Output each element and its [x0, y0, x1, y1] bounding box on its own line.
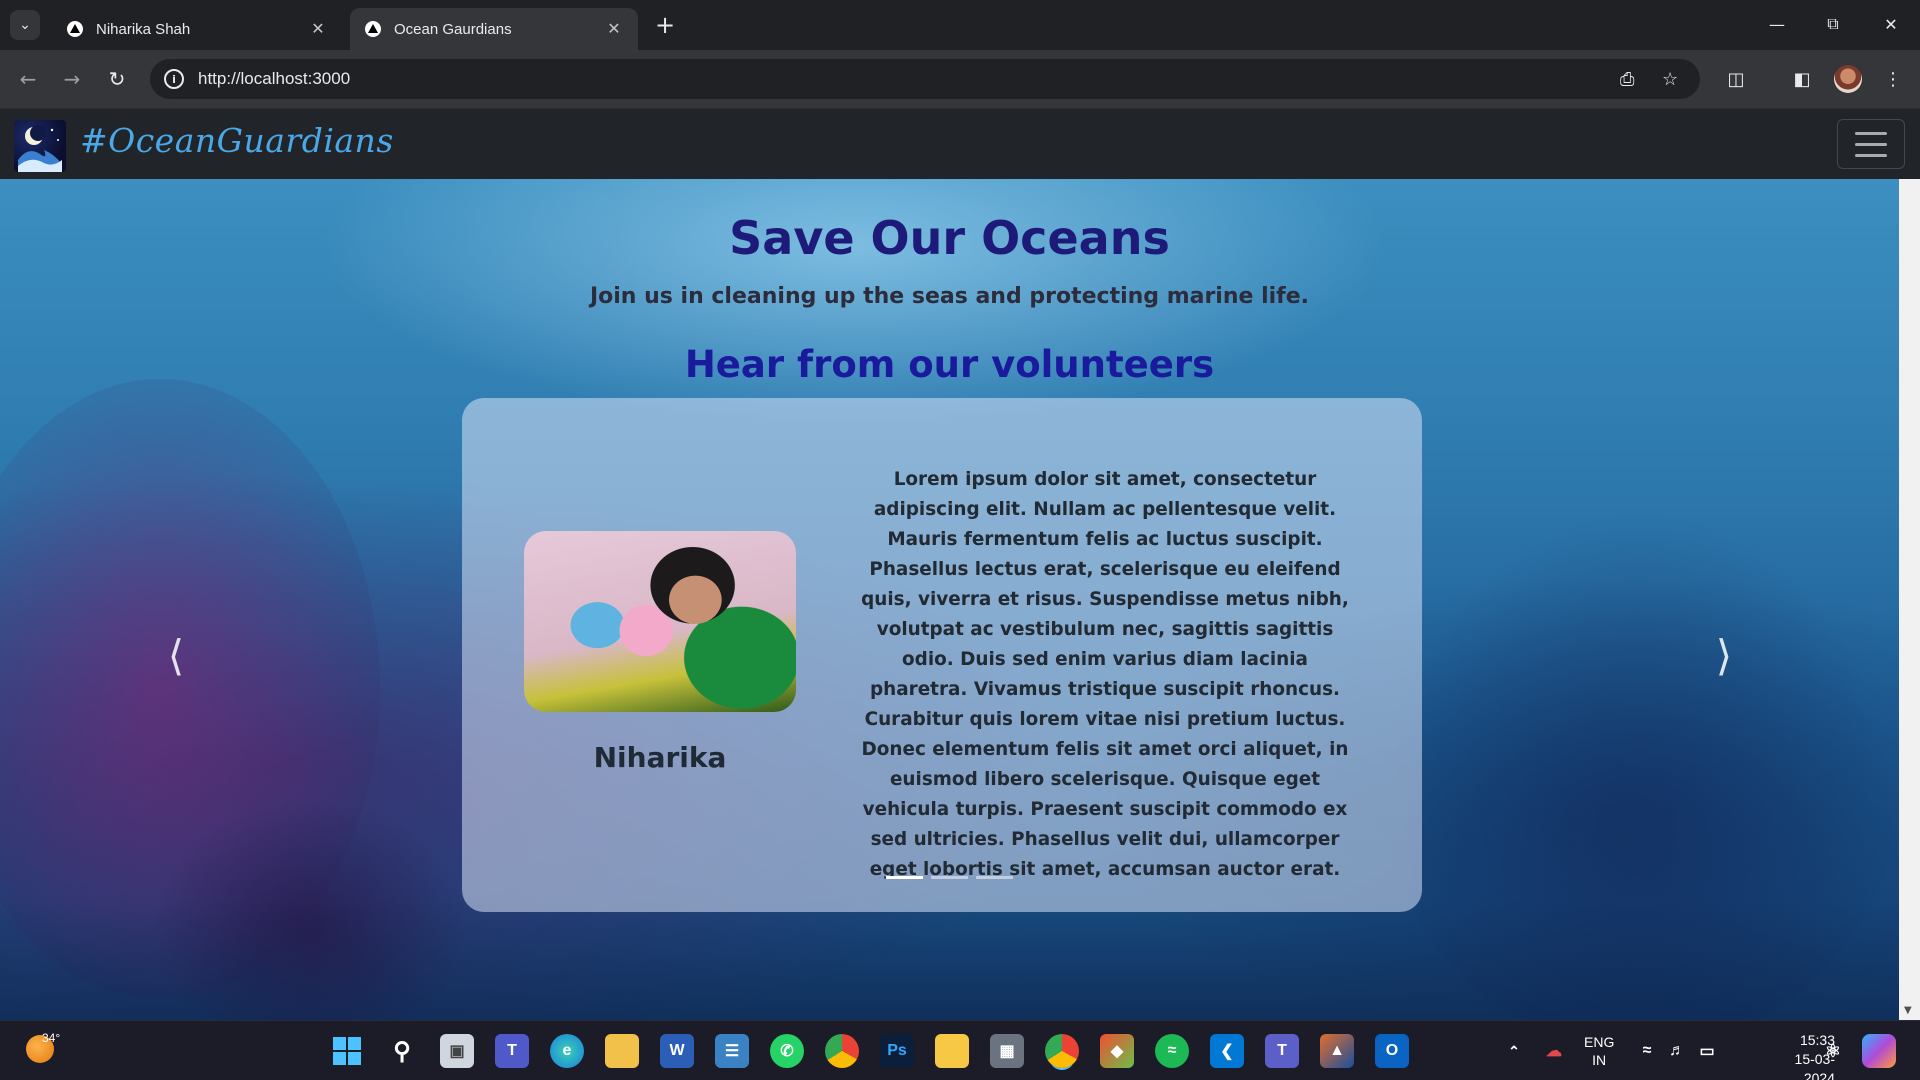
teams-new-icon[interactable]: T [1265, 1034, 1299, 1068]
address-bar[interactable]: i ⎙ ☆ [150, 59, 1700, 99]
restore-icon[interactable]: ⧉ [1813, 8, 1853, 40]
testimonial-card: Niharika Lorem ipsum dolor sit amet, con… [462, 398, 1422, 912]
chevron-up-icon[interactable]: ⌃ [1497, 1034, 1531, 1068]
back-arrow-icon[interactable]: ← [13, 64, 43, 94]
weather-temperature: 34° [42, 1031, 61, 1045]
spotify-icon[interactable]: ≈ [1155, 1034, 1189, 1068]
extensions-puzzle-icon[interactable]: ◫ [1721, 64, 1751, 94]
hero-section: Save Our Oceans Join us in cleaning up t… [0, 179, 1899, 1020]
vscode-icon[interactable]: ❮ [1210, 1034, 1244, 1068]
lang-line-1: ENG [1584, 1034, 1615, 1050]
window-close-icon[interactable]: ✕ [1871, 8, 1911, 40]
site-navbar: #OceanGuardians [0, 108, 1920, 179]
photoshop-icon[interactable]: Ps [880, 1034, 914, 1068]
close-icon[interactable]: ✕ [604, 19, 624, 39]
scroll-down-arrow-icon[interactable]: ▼ [1904, 1005, 1912, 1016]
triangle-favicon-icon [364, 20, 382, 38]
tab-ocean-gaurdians[interactable]: Ocean Gaurdians ✕ [350, 8, 638, 50]
hero-subtitle: Join us in cleaning up the seas and prot… [589, 284, 1310, 309]
volunteer-photo [524, 531, 796, 712]
browser-tab-bar: ⌄ Niharika Shah ✕ Ocean Gaurdians ✕ + — … [0, 0, 1920, 50]
lang-line-2: IN [1592, 1052, 1607, 1068]
carousel-indicators [886, 876, 1013, 879]
file-manager-icon[interactable] [935, 1034, 969, 1068]
carousel-next-chevron-icon[interactable]: ⟩ [1694, 625, 1754, 685]
copilot-icon[interactable] [1862, 1034, 1896, 1068]
bookmark-star-icon[interactable]: ☆ [1662, 59, 1678, 99]
more-menu-icon[interactable]: ⋮ [1878, 64, 1908, 94]
tab-title: Ocean Gaurdians [394, 20, 512, 38]
tab-niharika-shah[interactable]: Niharika Shah ✕ [52, 8, 342, 50]
carousel-indicator-3[interactable] [976, 876, 1013, 879]
url-input[interactable] [198, 69, 1398, 89]
matlab-icon[interactable]: ▲ [1320, 1034, 1354, 1068]
chrome-active-icon[interactable] [1045, 1034, 1079, 1068]
volume-icon[interactable]: ♬ [1660, 1034, 1694, 1068]
reload-icon[interactable]: ↻ [102, 64, 132, 94]
close-icon[interactable]: ✕ [308, 19, 328, 39]
volunteer-quote: Lorem ipsum dolor sit amet, consectetur … [861, 469, 1349, 880]
word-icon[interactable]: W [660, 1034, 694, 1068]
git-icon[interactable]: ◆ [1100, 1034, 1134, 1068]
hamburger-menu-icon[interactable] [1837, 119, 1905, 169]
hero-title: Save Our Oceans [729, 211, 1170, 265]
forward-arrow-icon[interactable]: → [57, 64, 87, 94]
whatsapp-icon[interactable]: ✆ [770, 1034, 804, 1068]
carousel-indicator-1[interactable] [886, 876, 923, 879]
testimonials-heading: Hear from our volunteers [684, 343, 1215, 386]
tab-title: Niharika Shah [96, 20, 191, 38]
profile-avatar[interactable] [1834, 65, 1862, 93]
chrome-icon[interactable] [825, 1034, 859, 1068]
tab-search-chevron-icon[interactable]: ⌄ [10, 10, 40, 40]
notepad-icon[interactable]: ☰ [715, 1034, 749, 1068]
new-tab-plus-icon[interactable]: + [650, 10, 680, 40]
onedrive-error-icon[interactable]: ☁ [1537, 1034, 1571, 1068]
edge-icon[interactable]: e [550, 1034, 584, 1068]
input-language[interactable]: ENG IN [1584, 1033, 1614, 1069]
site-info-icon[interactable]: i [164, 69, 184, 89]
brand-name[interactable]: #OceanGuardians [80, 121, 394, 160]
teams-icon[interactable]: T [495, 1034, 529, 1068]
carousel-indicator-2[interactable] [931, 876, 968, 879]
calculator-icon[interactable]: ▦ [990, 1034, 1024, 1068]
windows-taskbar: 34° ⚲ ▣ T e W ☰ ✆ Ps ▦ ◆ ≈ ❮ T ▲ O ⌃ ☁ E… [0, 1020, 1920, 1080]
ocean-guardians-logo[interactable] [14, 120, 66, 172]
seabed-shadow [0, 899, 1899, 1020]
carousel-prev-chevron-icon[interactable]: ⟨ [146, 625, 206, 685]
wifi-icon[interactable]: ≈ [1630, 1034, 1664, 1068]
minimize-icon[interactable]: — [1757, 8, 1797, 40]
search-icon[interactable]: ⚲ [385, 1034, 419, 1068]
file-explorer-icon[interactable] [605, 1034, 639, 1068]
task-view-icon[interactable]: ▣ [440, 1034, 474, 1068]
browser-toolbar: ← → ↻ i ⎙ ☆ ◫ ◧ ⋮ [0, 50, 1920, 108]
triangle-favicon-icon [66, 20, 84, 38]
start-windows-icon[interactable] [330, 1034, 364, 1068]
notification-bell-icon[interactable]: ⚛ [1816, 1034, 1850, 1068]
battery-icon[interactable]: ▭ [1690, 1034, 1724, 1068]
side-panel-icon[interactable]: ◧ [1787, 64, 1817, 94]
volunteer-name: Niharika [593, 741, 727, 774]
install-app-icon[interactable]: ⎙ [1620, 59, 1634, 99]
page-scrollbar[interactable]: ▼ [1899, 179, 1920, 1020]
outlook-icon[interactable]: O [1375, 1034, 1409, 1068]
